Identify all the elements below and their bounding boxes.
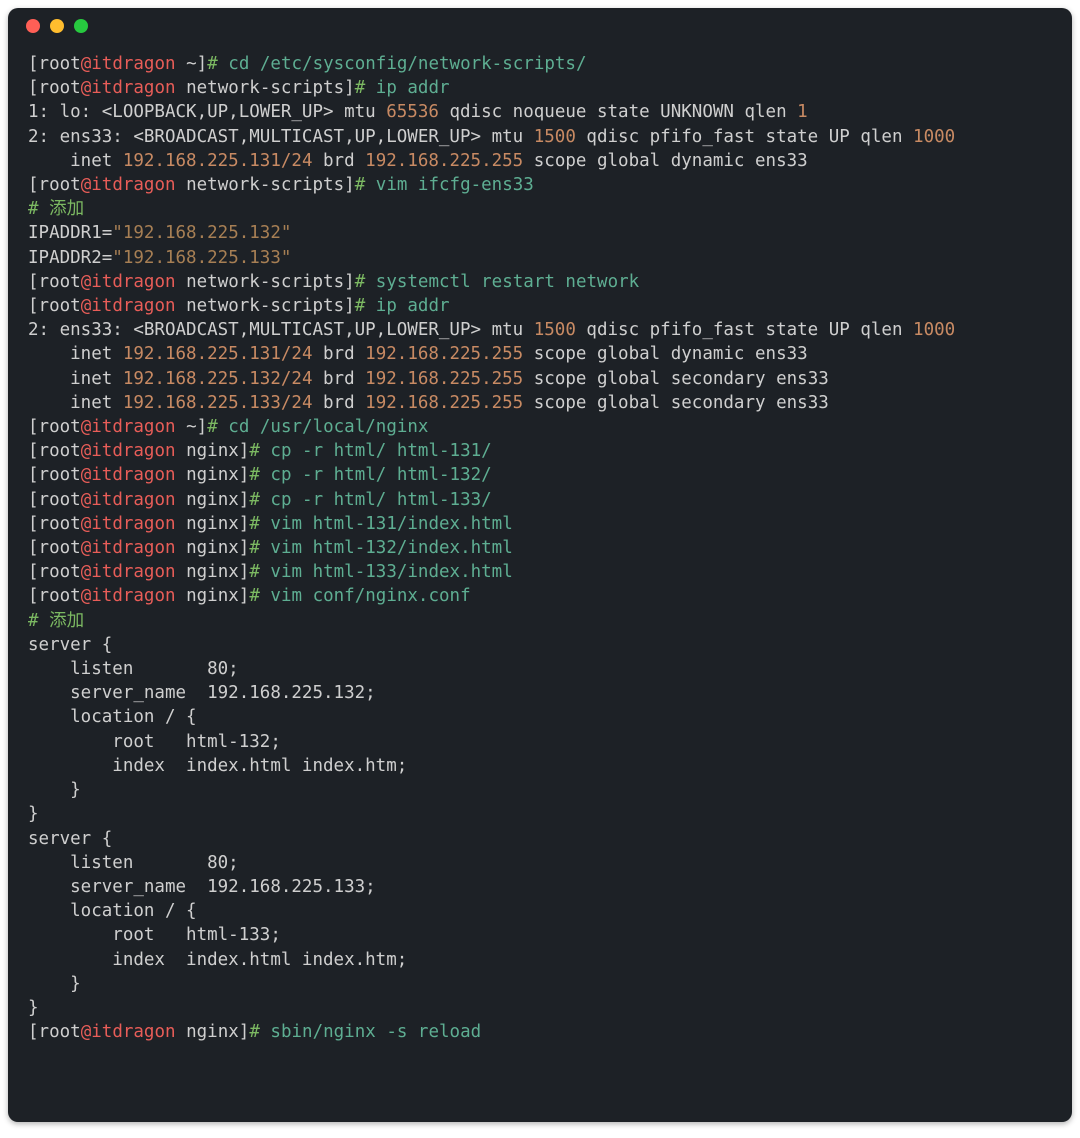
- command: cd /usr/local/nginx: [228, 417, 428, 437]
- prompt-dir: [176, 54, 187, 74]
- window-titlebar: [8, 8, 1072, 44]
- command: vim html-133/index.html: [270, 562, 512, 582]
- command: vim html-132/index.html: [270, 538, 512, 558]
- prompt-at: @: [81, 54, 92, 74]
- command: vim html-131/index.html: [270, 514, 512, 534]
- command: systemctl restart network: [376, 272, 639, 292]
- comment: # 添加: [28, 611, 84, 631]
- maximize-icon[interactable]: [74, 19, 88, 33]
- command: sbin/nginx -s reload: [270, 1022, 481, 1042]
- terminal-window: [root@itdragon ~]# cd /etc/sysconfig/net…: [8, 8, 1072, 1122]
- close-icon[interactable]: [26, 19, 40, 33]
- output-line: 1: lo: <LOOPBACK,UP,LOWER_UP> mtu: [28, 102, 386, 122]
- command: ip addr: [376, 296, 450, 316]
- comment: # 添加: [28, 199, 84, 219]
- command: cp -r html/ html-133/: [270, 490, 491, 510]
- minimize-icon[interactable]: [50, 19, 64, 33]
- config-key: IPADDR1=: [28, 223, 112, 243]
- prompt-host: itdragon: [91, 54, 175, 74]
- command: vim conf/nginx.conf: [270, 586, 470, 606]
- prompt-bracket: [: [28, 54, 39, 74]
- config-value: "192.168.225.132": [112, 223, 291, 243]
- prompt-user: root: [39, 54, 81, 74]
- command: cd /etc/sysconfig/network-scripts/: [228, 54, 586, 74]
- command: ip addr: [376, 78, 450, 98]
- command: cp -r html/ html-131/: [270, 441, 491, 461]
- prompt-hash: #: [207, 54, 218, 74]
- command: vim ifcfg-ens33: [376, 175, 534, 195]
- terminal-output[interactable]: [root@itdragon ~]# cd /etc/sysconfig/net…: [8, 44, 1072, 1064]
- command: cp -r html/ html-132/: [270, 465, 491, 485]
- nginx-config-block: server { listen 80; server_name 192.168.…: [28, 635, 407, 1018]
